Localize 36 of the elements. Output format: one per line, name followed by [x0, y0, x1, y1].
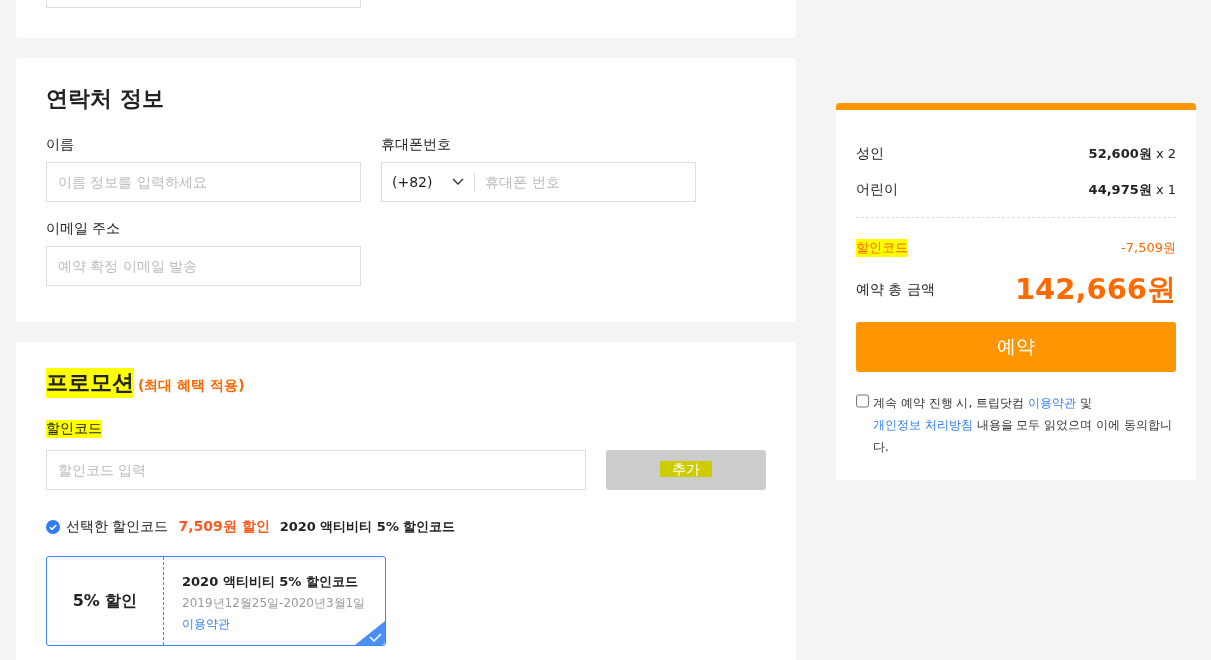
price-value: 44,975원 x 1 [1088, 181, 1176, 199]
chevron-down-icon [452, 178, 465, 186]
total-label: 예약 총 금액 [856, 281, 935, 299]
field-label: 휴대폰번호 [381, 136, 452, 154]
coupon-name: 2020 액티비티 5% 할인코드 [182, 573, 359, 591]
check-circle-icon [46, 520, 60, 534]
selected-code-name: 2020 액티비티 5% 할인코드 [279, 518, 456, 536]
input-field[interactable]: 예약 확정 이메일 발송 [46, 246, 361, 286]
agreement-text: 계속 예약 진행 시, 트립닷컴 이용약관 및 개인정보 처리방침 내용을 모두 읽었으며 이에 동의합니다. [873, 395, 1173, 456]
privacy-policy-link[interactable]: 개인정보 처리방침 [873, 418, 973, 432]
field-label: 이메일 주소 [46, 220, 122, 238]
section-title: 프로모션 [46, 368, 134, 398]
price-label: 성인 [856, 145, 884, 163]
input-field[interactable] [46, 0, 361, 8]
coupon-card[interactable]: 5% 할인 2020 액티비티 5% 할인코드 2019년12월25일-2020년3월1일 이용약관 [46, 556, 386, 646]
field-label: 할인코드 [46, 420, 102, 438]
discount-amount: 7,509원 할인 [178, 518, 270, 536]
phone-field[interactable]: (+82) 휴대폰 번호 [381, 162, 696, 202]
price-value: 52,600원 x 2 [1088, 145, 1176, 163]
total-amount: 142,666원 [1014, 271, 1176, 308]
book-button[interactable]: 예약 [856, 322, 1176, 372]
agreement-checkbox[interactable] [856, 394, 869, 408]
input-field[interactable]: 할인코드 입력 [46, 450, 586, 490]
section-note: (최대 혜택 적용) [138, 377, 245, 395]
input-field[interactable]: 이름 정보를 입력하세요 [46, 162, 361, 202]
selected-code-label: 선택한 할인코드 [66, 518, 169, 536]
field-label: 이름 [46, 136, 75, 154]
coupon-period: 2019년12월25일-2020년3월1일 [182, 595, 366, 612]
check-corner-icon [355, 621, 385, 645]
section-title: 연락처 정보 [46, 85, 165, 113]
discount-label: 할인코드 [856, 239, 908, 257]
coupon-value: 5% 할인 [47, 557, 164, 645]
price-label: 어린이 [856, 181, 898, 199]
discount-amount: -7,509원 [1121, 239, 1176, 257]
terms-link[interactable]: 이용약관 [1027, 396, 1076, 410]
terms-link[interactable]: 이용약관 [182, 616, 366, 633]
